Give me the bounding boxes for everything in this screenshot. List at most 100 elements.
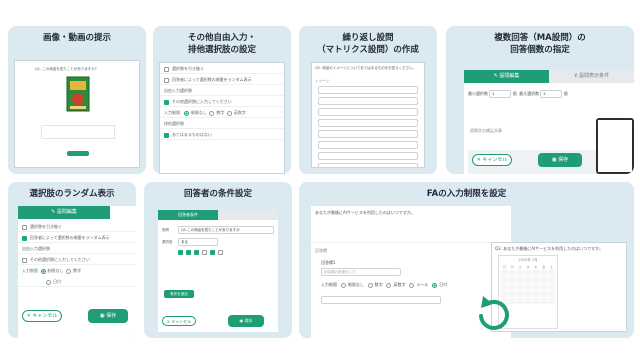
- calendar-day-cell[interactable]: [540, 270, 548, 276]
- calendar-day-cell[interactable]: [532, 277, 540, 283]
- cancel-button[interactable]: ✕ キャンセル: [162, 316, 196, 326]
- matrix-row[interactable]: [318, 163, 418, 167]
- matrix-row[interactable]: [318, 119, 418, 127]
- calendar-day-cell[interactable]: [508, 270, 516, 276]
- matrix-row[interactable]: [318, 108, 418, 116]
- checkbox[interactable]: [186, 250, 191, 255]
- card-title: 選択肢のランダム表示: [29, 189, 115, 199]
- calendar-day-cell[interactable]: [548, 291, 555, 297]
- cancel-button[interactable]: ✕ キャンセル: [472, 154, 512, 166]
- limit-label: 入力制限: [321, 282, 337, 287]
- card-matrix: 繰り返し設問 （マトリクス設問）の作成 Q2. 商品のイメージについてあてはまる…: [299, 26, 437, 174]
- save-button[interactable]: ▣ 保存: [538, 153, 582, 167]
- save-label: 保存: [244, 318, 253, 323]
- min-select-input[interactable]: 1: [489, 90, 512, 98]
- checkbox[interactable]: [218, 250, 223, 255]
- tab-edit[interactable]: ✎ 設問編集: [464, 70, 549, 83]
- exclusive-option[interactable]: あてはまるものはない: [160, 129, 284, 140]
- checkbox[interactable]: [164, 99, 169, 105]
- calendar-day-cell[interactable]: [501, 277, 508, 283]
- calendar-day-cell[interactable]: [540, 284, 548, 290]
- free-input-option[interactable]: その他選択肢に入力してください: [160, 96, 284, 107]
- calendar-day-cell[interactable]: [524, 291, 532, 297]
- answer-input[interactable]: 回答欄の数値を入力: [321, 268, 401, 276]
- weekday-label: 火: [518, 265, 522, 269]
- radio[interactable]: [340, 282, 346, 288]
- calendar-day-cell[interactable]: [508, 284, 516, 290]
- checkbox[interactable]: [210, 250, 215, 255]
- tab-logic[interactable]: ⊻ 設問表示条件: [549, 70, 634, 83]
- checkbox[interactable]: [194, 250, 199, 255]
- matrix-row[interactable]: [318, 152, 418, 160]
- question-select[interactable]: Q1.この商品を見たことがありますか: [178, 226, 274, 234]
- choice-select[interactable]: ある: [178, 238, 218, 246]
- radio[interactable]: [209, 110, 215, 116]
- cancel-button[interactable]: ✕ キャンセル: [22, 310, 62, 322]
- randomize-option[interactable]: 回答者によって選択肢の順番をランダム表示: [160, 74, 284, 85]
- radio-label: 英数字: [393, 282, 406, 287]
- save-button[interactable]: ▣ 保存: [228, 315, 264, 327]
- radio[interactable]: [183, 110, 189, 116]
- answer-label: 回答欄: [315, 248, 327, 253]
- calendar-day-cell[interactable]: [516, 277, 524, 283]
- add-condition-button[interactable]: 条件を追加: [164, 290, 194, 298]
- calendar-day-cell[interactable]: [516, 270, 524, 276]
- limit-input[interactable]: [321, 296, 441, 304]
- checkbox[interactable]: [164, 66, 169, 72]
- calendar-day-cell[interactable]: [548, 298, 555, 304]
- checkbox[interactable]: [164, 132, 169, 138]
- calendar-day-cell[interactable]: [524, 284, 532, 290]
- radio[interactable]: [226, 110, 232, 116]
- checkbox[interactable]: [164, 77, 169, 83]
- calendar-day-cell[interactable]: [501, 270, 508, 276]
- calendar-day-cell[interactable]: [516, 291, 524, 297]
- tab-edit[interactable]: ✎ 設問編集: [18, 206, 110, 219]
- add-label: 条件を追加: [170, 292, 188, 296]
- calendar-day-cell[interactable]: [548, 270, 555, 276]
- checkbox[interactable]: [22, 257, 27, 263]
- checkbox[interactable]: [22, 224, 27, 230]
- free-input-option[interactable]: その他選択肢に入力してください: [18, 254, 136, 265]
- calendar-day-cell[interactable]: [532, 270, 540, 276]
- save-button[interactable]: ▣ 保存: [88, 309, 128, 323]
- randomize-option[interactable]: 回答者によって選択肢の順番をランダム表示: [18, 232, 136, 243]
- calendar-day-cell[interactable]: [524, 270, 532, 276]
- next-button[interactable]: [67, 151, 89, 156]
- radio-label: 数字: [73, 268, 82, 273]
- matrix-row[interactable]: [318, 97, 418, 105]
- cancel-label: キャンセル: [32, 313, 58, 319]
- calendar-day-cell[interactable]: [532, 284, 540, 290]
- calendar-day-cell[interactable]: [501, 284, 508, 290]
- calendar-day-cell[interactable]: [508, 277, 516, 283]
- radio[interactable]: [432, 282, 438, 288]
- calendar-day-cell[interactable]: [548, 277, 555, 283]
- radio[interactable]: [367, 282, 373, 288]
- calendar-day-cell[interactable]: [548, 284, 555, 290]
- calendar-day-cell[interactable]: [516, 298, 524, 304]
- calendar-day-cell[interactable]: [516, 284, 524, 290]
- checkbox[interactable]: [178, 250, 183, 255]
- radio[interactable]: [66, 268, 72, 274]
- carry-over-option[interactable]: 選択肢を引き継ぐ: [160, 63, 284, 74]
- radio[interactable]: [40, 268, 46, 274]
- carry-over-option[interactable]: 選択肢を引き継ぐ: [18, 221, 136, 232]
- calendar-day-cell[interactable]: [532, 291, 540, 297]
- calendar-day-cell[interactable]: [540, 291, 548, 297]
- checkbox[interactable]: [202, 250, 207, 255]
- matrix-row[interactable]: [318, 130, 418, 138]
- calendar-day-cell[interactable]: [532, 298, 540, 304]
- calendar-day-cell[interactable]: [524, 277, 532, 283]
- radio[interactable]: [409, 282, 415, 288]
- matrix-row[interactable]: [318, 141, 418, 149]
- row-label: 回答者によって選択肢の順番をランダム表示: [172, 77, 252, 82]
- radio[interactable]: [46, 279, 51, 285]
- calendar-day-cell[interactable]: [524, 298, 532, 304]
- matrix-row[interactable]: [318, 86, 418, 94]
- max-select-input[interactable]: 5: [540, 90, 563, 98]
- calendar-day-cell[interactable]: [540, 298, 548, 304]
- radio[interactable]: [386, 282, 392, 288]
- checkbox[interactable]: [22, 235, 27, 241]
- radio-label: 制限なし: [190, 110, 207, 115]
- calendar-day-cell[interactable]: [540, 277, 548, 283]
- tab-condition[interactable]: 回答者条件: [158, 210, 218, 220]
